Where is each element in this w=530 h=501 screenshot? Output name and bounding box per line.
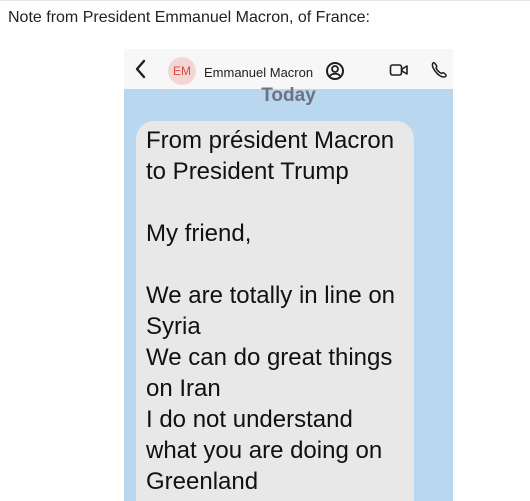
video-camera-icon[interactable]: [389, 62, 409, 78]
person-circle-icon[interactable]: [325, 61, 345, 81]
phone-icon[interactable]: [429, 60, 449, 80]
message-bubble: From président Macron to President Trump…: [136, 121, 414, 501]
message-line: [146, 187, 404, 218]
date-divider: Today: [261, 85, 316, 106]
message-line: We are totally in line on: [146, 282, 396, 309]
message-line: to President Trump: [146, 158, 349, 185]
chat-header: EM Emmanuel Macron: [124, 49, 453, 89]
message-line: I do not understand: [146, 406, 353, 433]
message-line: on Iran: [146, 375, 221, 402]
message-line: From président Macron: [146, 127, 395, 154]
chevron-left-icon[interactable]: [131, 57, 149, 81]
messages-screenshot: EM Emmanuel Macron Today From président …: [124, 49, 453, 501]
message-line: We can do great things: [146, 344, 393, 371]
message-line: [146, 249, 404, 280]
message-line: My friend,: [146, 220, 252, 247]
message-line: Greenland: [146, 468, 259, 495]
post-caption: Note from President Emmanuel Macron, of …: [8, 9, 370, 26]
message-line: Syria: [146, 313, 201, 340]
message-line: what you are doing on: [146, 437, 383, 464]
avatar[interactable]: EM: [168, 57, 196, 85]
contact-name[interactable]: Emmanuel Macron: [204, 65, 313, 80]
top-divider: [0, 0, 530, 1]
